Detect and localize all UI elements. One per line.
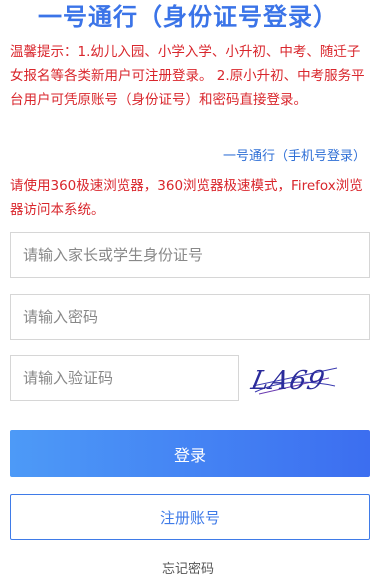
phone-login-link[interactable]: 一号通行（手机号登录） — [223, 146, 366, 168]
captcha-text: LA69 — [249, 366, 328, 396]
captcha-input[interactable] — [10, 355, 239, 401]
login-button[interactable]: 登录 — [10, 430, 370, 477]
register-button[interactable]: 注册账号 — [10, 494, 370, 540]
login-page: 一号通行（身份证号登录） 温馨提示：1.幼儿入园、小学入学、小升初、中考、随迁子… — [0, 0, 376, 579]
captcha-image[interactable]: LA69 — [249, 356, 341, 400]
password-input[interactable] — [10, 294, 370, 340]
page-title: 一号通行（身份证号登录） — [38, 3, 338, 31]
browser-tip: 请使用360极速浏览器，360浏览器极速模式，Firefox浏览器访问本系统。 — [10, 178, 363, 218]
notice-text: 温馨提示：1.幼儿入园、小学入学、小升初、中考、随迁子女报名等各类新用户可注册登… — [10, 44, 365, 108]
forgot-password-link[interactable]: 忘记密码 — [0, 560, 376, 579]
id-number-input[interactable] — [10, 232, 370, 278]
